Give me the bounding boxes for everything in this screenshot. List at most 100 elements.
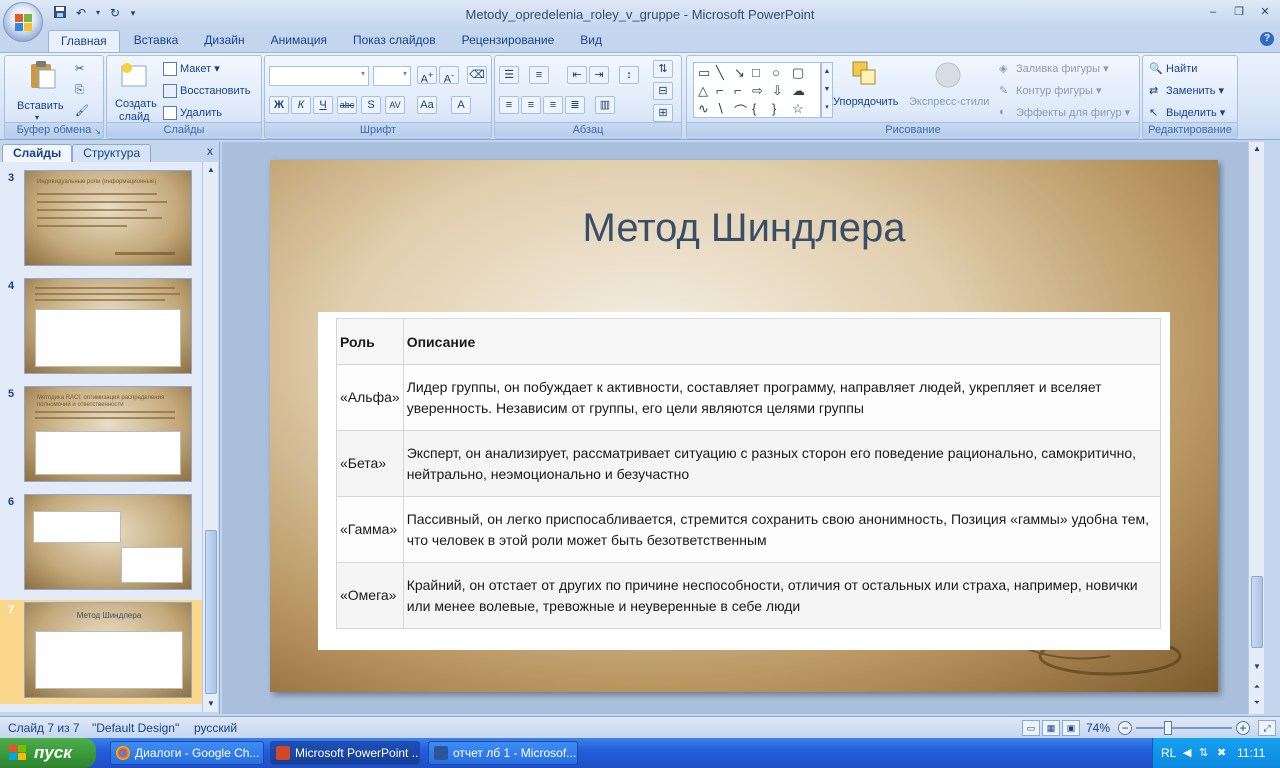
tab-design[interactable]: Дизайн: [192, 30, 256, 52]
quick-styles-button[interactable]: Экспресс-стили: [909, 60, 993, 122]
tray-arrow-icon[interactable]: ◀: [1183, 746, 1191, 759]
copy-icon[interactable]: ⎘: [75, 84, 84, 97]
font-color-icon[interactable]: A: [451, 96, 471, 114]
status-bar: Слайд 7 из 7 "Default Design" русский ▭ …: [0, 716, 1280, 738]
cut-icon[interactable]: ✂: [75, 62, 84, 75]
find-button[interactable]: 🔍 Найти: [1149, 62, 1197, 76]
shapes-scroll[interactable]: ▲ ▼ ▾: [821, 62, 833, 118]
shadow-icon[interactable]: S: [361, 96, 381, 114]
office-button[interactable]: [3, 2, 43, 42]
clock: 11:11: [1237, 746, 1266, 760]
zoom-level[interactable]: 74%: [1086, 721, 1110, 735]
slide-thumbnail-6[interactable]: 6: [0, 492, 202, 592]
language-indicator[interactable]: RL: [1161, 746, 1176, 760]
reset-button[interactable]: Восстановить: [163, 84, 250, 98]
line-spacing-icon[interactable]: ↕: [619, 66, 639, 84]
grow-font-icon[interactable]: A+: [417, 66, 437, 86]
clear-format-icon[interactable]: ⌫: [467, 66, 487, 84]
text-direction-icon[interactable]: ⇅: [653, 60, 673, 78]
slide-thumbnail-5[interactable]: 5 Методика RACI: оптимизация распределен…: [0, 384, 202, 484]
restore-icon[interactable]: ❐: [1228, 4, 1250, 20]
shape-effects-button[interactable]: ◐ Эффекты для фигур ▾: [999, 106, 1130, 120]
slide-thumbnail-7[interactable]: 7 Метод Шиндлера: [0, 600, 202, 704]
paste-button[interactable]: Вставить ▾: [15, 60, 65, 122]
tab-outline[interactable]: Структура: [72, 144, 152, 162]
network-icon[interactable]: ⇅: [1199, 746, 1208, 759]
start-button[interactable]: пуск: [0, 738, 96, 768]
slide-thumbnail-4[interactable]: 4: [0, 276, 202, 376]
align-right-icon[interactable]: ≡: [543, 96, 563, 114]
change-case-icon[interactable]: Aa: [417, 96, 437, 114]
new-slide-button[interactable]: Создать слайд: [111, 60, 159, 123]
decrease-indent-icon[interactable]: ⇤: [567, 66, 587, 84]
justify-icon[interactable]: ≣: [565, 96, 585, 114]
slide-title[interactable]: Метод Шиндлера: [270, 206, 1218, 251]
tab-review[interactable]: Рецензирование: [450, 30, 567, 52]
align-center-icon[interactable]: ≡: [521, 96, 541, 114]
shrink-font-icon[interactable]: A-: [439, 66, 459, 86]
dialog-launcher-icon[interactable]: ↘: [94, 127, 101, 136]
role-cell: «Бета»: [336, 430, 404, 497]
tab-insert[interactable]: Вставка: [122, 30, 191, 52]
zoom-out-icon[interactable]: −: [1118, 721, 1132, 735]
slideshow-view-icon[interactable]: ▣: [1062, 720, 1080, 736]
current-slide[interactable]: Метод Шиндлера Роль Описание «Альфа» Лид…: [270, 160, 1218, 692]
tab-view[interactable]: Вид: [568, 30, 614, 52]
binoculars-icon: 🔍: [1149, 63, 1163, 75]
font-size-combo[interactable]: ▾: [373, 66, 411, 86]
close-icon[interactable]: ✕: [1254, 4, 1276, 20]
zoom-in-icon[interactable]: +: [1236, 721, 1250, 735]
roles-table-frame[interactable]: Роль Описание «Альфа» Лидер группы, он п…: [318, 312, 1170, 650]
strikethrough-icon[interactable]: abc: [337, 96, 357, 114]
italic-icon[interactable]: К: [291, 96, 311, 114]
tab-animation[interactable]: Анимация: [259, 30, 339, 52]
ribbon-tabs: Главная Вставка Дизайн Анимация Показ сл…: [48, 30, 614, 52]
select-button[interactable]: ↖ Выделить ▾: [1149, 106, 1225, 120]
char-spacing-icon[interactable]: AV: [385, 96, 405, 114]
task-powerpoint[interactable]: Microsoft PowerPoint ...: [270, 741, 420, 765]
zoom-slider-knob[interactable]: [1164, 721, 1172, 735]
drawing-group-label: Рисование: [687, 122, 1139, 137]
fit-to-window-icon[interactable]: ⤢: [1258, 720, 1276, 736]
underline-icon[interactable]: Ч: [313, 96, 333, 114]
increase-indent-icon[interactable]: ⇥: [589, 66, 609, 84]
window-title: Metody_opredelenia_roley_v_gruppe - Micr…: [465, 7, 815, 22]
editor-scrollbar[interactable]: ▲ ▼ ⏶ ⏷: [1248, 142, 1264, 714]
reset-icon: [163, 84, 177, 98]
bold-icon[interactable]: Ж: [269, 96, 289, 114]
task-word[interactable]: отчет лб 1 - Microsof...: [428, 741, 578, 765]
slide-sorter-icon[interactable]: ▦: [1042, 720, 1060, 736]
slide-thumbnail-3[interactable]: 3 Индивидуальные роли (информационные): [0, 168, 202, 268]
tab-slideshow[interactable]: Показ слайдов: [341, 30, 448, 52]
align-left-icon[interactable]: ≡: [499, 96, 519, 114]
shape-fill-button[interactable]: ◈ Заливка фигуры ▾: [999, 62, 1109, 76]
layout-button[interactable]: Макет ▾: [163, 62, 220, 77]
tab-home[interactable]: Главная: [48, 30, 120, 52]
roles-table[interactable]: Роль Описание «Альфа» Лидер группы, он п…: [336, 318, 1162, 629]
minimize-icon[interactable]: –: [1202, 4, 1224, 20]
task-chrome[interactable]: Диалоги - Google Ch...: [110, 741, 264, 765]
numbering-icon[interactable]: ≡: [529, 66, 549, 84]
columns-icon[interactable]: ▥: [595, 96, 615, 114]
layout-icon: [163, 62, 177, 77]
antivirus-icon[interactable]: ✖: [1217, 746, 1226, 759]
header-description: Описание: [402, 318, 1162, 365]
align-text-icon[interactable]: ⊟: [653, 82, 673, 100]
delete-slide-button[interactable]: Удалить: [163, 106, 222, 120]
bullets-icon[interactable]: ☰: [499, 66, 519, 84]
tab-slides[interactable]: Слайды: [2, 144, 73, 162]
smartart-icon[interactable]: ⊞: [653, 104, 673, 122]
font-name-combo[interactable]: ▾: [269, 66, 369, 86]
normal-view-icon[interactable]: ▭: [1022, 720, 1040, 736]
replace-button[interactable]: ⇄ Заменить ▾: [1149, 84, 1224, 98]
ribbon: Вставить ▾ ✂ ⎘ 🖌 Буфер обмена ↘ Создать …: [0, 52, 1280, 140]
pane-close-icon[interactable]: x: [207, 144, 213, 158]
shape-outline-button[interactable]: ✎ Контур фигуры ▾: [999, 84, 1102, 98]
help-icon[interactable]: ?: [1260, 32, 1274, 46]
shapes-gallery[interactable]: ▭ ╲ ↘ □ ○ ▢ △ ⌐ ⌐ ⇨ ⇩ ☁ ∿ ∖ ⌒{} ☆: [693, 62, 821, 119]
pane-scrollbar[interactable]: ▲ ▼: [202, 162, 218, 712]
zoom-slider[interactable]: [1136, 727, 1232, 729]
thumbnail-image: [24, 494, 192, 590]
format-painter-icon[interactable]: 🖌: [75, 104, 89, 117]
arrange-button[interactable]: Упорядочить: [833, 60, 903, 122]
